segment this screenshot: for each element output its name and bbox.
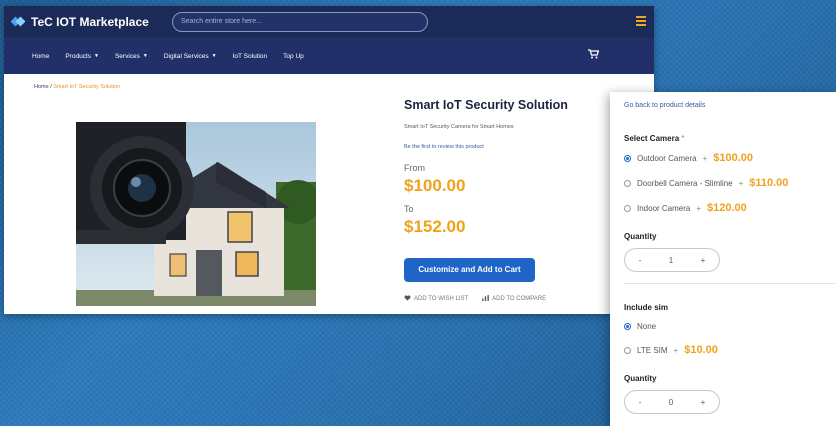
from-price: $100.00 bbox=[404, 176, 466, 195]
radio-unselected[interactable] bbox=[624, 179, 631, 187]
search-input[interactable]: Search entire store here... bbox=[172, 12, 428, 32]
sim-option-lte[interactable]: LTE SIM + $10.00 bbox=[624, 344, 718, 356]
sim-quantity-label: Quantity bbox=[624, 374, 657, 383]
nav-digital-services[interactable]: Digital Services ▼ bbox=[164, 53, 217, 60]
add-to-compare-link[interactable]: ADD TO COMPARE bbox=[482, 295, 546, 303]
breadcrumb: Home / Smart IoT Security Solution bbox=[34, 84, 121, 90]
decrement-button[interactable]: - bbox=[639, 256, 642, 265]
nav-top-up[interactable]: Top Up bbox=[283, 53, 304, 60]
nav-products[interactable]: Products ▼ bbox=[65, 53, 99, 60]
radio-selected[interactable] bbox=[624, 154, 631, 162]
option-price: $10.00 bbox=[684, 344, 718, 356]
main-nav: Home Products ▼ Services ▼ Digital Service… bbox=[4, 38, 654, 74]
option-price: $100.00 bbox=[713, 152, 754, 164]
nav-services[interactable]: Services ▼ bbox=[115, 53, 148, 60]
heart-icon bbox=[404, 295, 411, 303]
option-price: $110.00 bbox=[749, 177, 789, 189]
quantity-value[interactable]: 1 bbox=[669, 256, 673, 265]
quantity-value[interactable]: 0 bbox=[669, 398, 673, 407]
nav-iot-solution[interactable]: IoT Solution bbox=[233, 53, 268, 60]
nav-home[interactable]: Home bbox=[32, 53, 49, 60]
required-mark: * bbox=[681, 134, 685, 143]
customize-panel: Go back to product details Select Camera… bbox=[610, 92, 836, 426]
back-to-product-link[interactable]: Go back to product details bbox=[624, 102, 705, 109]
sim-option-none[interactable]: None bbox=[624, 322, 656, 331]
review-link[interactable]: Be the first to review this product bbox=[404, 144, 484, 150]
breadcrumb-current: Smart IoT Security Solution bbox=[53, 84, 121, 90]
include-sim-label: Include sim bbox=[624, 303, 669, 312]
bar-chart-icon bbox=[482, 295, 489, 303]
to-label: To bbox=[404, 204, 414, 214]
cart-icon[interactable] bbox=[588, 49, 600, 62]
product-title: Smart IoT Security Solution bbox=[404, 98, 568, 112]
option-price: $120.00 bbox=[707, 202, 747, 214]
camera-quantity-stepper[interactable]: - 1 + bbox=[624, 248, 720, 272]
product-image[interactable] bbox=[76, 122, 316, 306]
product-actions: ADD TO WISH LIST ADD TO COMPARE bbox=[404, 295, 546, 303]
from-label: From bbox=[404, 163, 425, 173]
customize-add-to-cart-button[interactable]: Customize and Add to Cart bbox=[404, 258, 535, 282]
to-price: $152.00 bbox=[404, 217, 466, 236]
header-bar: TeC IOT Marketplace Search entire store … bbox=[4, 6, 654, 38]
brand-logo[interactable]: TeC IOT Marketplace bbox=[10, 15, 149, 29]
select-camera-label: Select Camera * bbox=[624, 134, 685, 143]
radio-selected[interactable] bbox=[624, 323, 631, 330]
radio-unselected[interactable] bbox=[624, 204, 631, 212]
increment-button[interactable]: + bbox=[701, 256, 706, 265]
decrement-button[interactable]: - bbox=[639, 398, 642, 407]
camera-option-doorbell[interactable]: Doorbell Camera - Slimline + $110.00 bbox=[624, 177, 788, 189]
chevron-down-icon: ▼ bbox=[142, 53, 148, 59]
logo-icon bbox=[10, 15, 26, 29]
increment-button[interactable]: + bbox=[701, 398, 706, 407]
camera-option-indoor[interactable]: Indoor Camera + $120.00 bbox=[624, 202, 747, 214]
add-to-wishlist-link[interactable]: ADD TO WISH LIST bbox=[404, 295, 468, 303]
camera-option-outdoor[interactable]: Outdoor Camera + $100.00 bbox=[624, 152, 753, 164]
breadcrumb-home[interactable]: Home bbox=[34, 84, 49, 90]
section-divider bbox=[624, 283, 836, 284]
product-description: Smart IoT Security Camera for Smart Home… bbox=[404, 124, 514, 130]
sim-quantity-stepper[interactable]: - 0 + bbox=[624, 390, 720, 414]
hamburger-icon[interactable] bbox=[636, 16, 646, 28]
store-window: TeC IOT Marketplace Search entire store … bbox=[4, 6, 654, 314]
brand-name: TeC IOT Marketplace bbox=[31, 15, 149, 29]
camera-quantity-label: Quantity bbox=[624, 232, 657, 241]
chevron-down-icon: ▼ bbox=[211, 53, 217, 59]
chevron-down-icon: ▼ bbox=[94, 53, 99, 59]
radio-unselected[interactable] bbox=[624, 346, 631, 354]
